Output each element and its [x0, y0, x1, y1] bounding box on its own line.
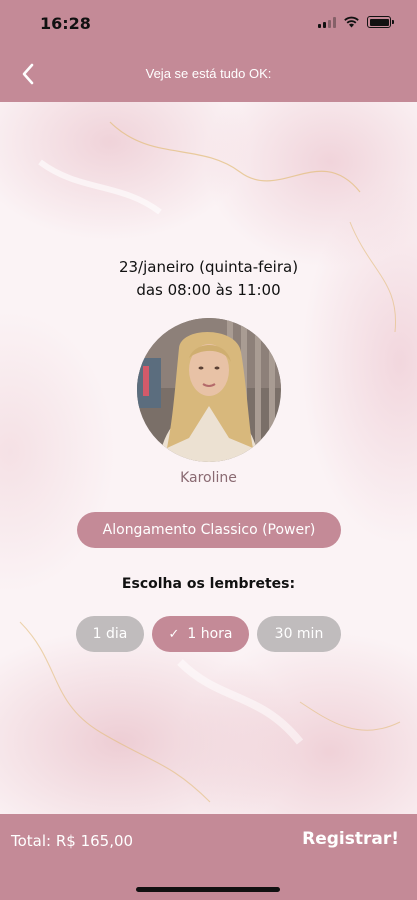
status-icons: [318, 14, 394, 30]
professional-name: Karoline: [180, 470, 237, 486]
reminder-option-1-hora[interactable]: ✓ 1 hora: [152, 616, 249, 652]
header: 16:28 Veja se está tudo OK:: [0, 0, 417, 102]
home-indicator: [136, 887, 280, 892]
status-bar: 16:28: [0, 0, 417, 46]
checkmark-icon: ✓: [168, 626, 180, 642]
battery-icon: [367, 16, 394, 28]
reminder-label: 1 dia: [92, 626, 128, 642]
service-chip[interactable]: Alongamento Classico (Power): [77, 512, 341, 548]
reminder-option-1-dia[interactable]: 1 dia: [76, 616, 144, 652]
reminder-label: 30 min: [274, 626, 324, 642]
nav-bar: Veja se está tudo OK:: [0, 46, 417, 102]
page-title: Veja se está tudo OK:: [145, 66, 272, 81]
footer-bar: Total: R$ 165,00 Registrar!: [0, 814, 417, 900]
register-button[interactable]: Registrar!: [302, 829, 399, 849]
total-price: Total: R$ 165,00: [11, 832, 134, 850]
appointment-time-range: das 08:00 às 11:00: [136, 281, 281, 299]
cellular-signal-icon: [318, 16, 336, 28]
reminder-option-30-min[interactable]: 30 min: [257, 616, 341, 652]
reminder-label: 1 hora: [187, 626, 233, 642]
wifi-icon: [344, 16, 359, 28]
professional-avatar: [137, 318, 281, 462]
status-time: 16:28: [40, 14, 91, 33]
reminder-options: 1 dia ✓ 1 hora 30 min: [76, 616, 341, 652]
appointment-date: 23/janeiro (quinta-feira): [118, 258, 299, 276]
reminders-title: Escolha os lembretes:: [121, 576, 296, 592]
